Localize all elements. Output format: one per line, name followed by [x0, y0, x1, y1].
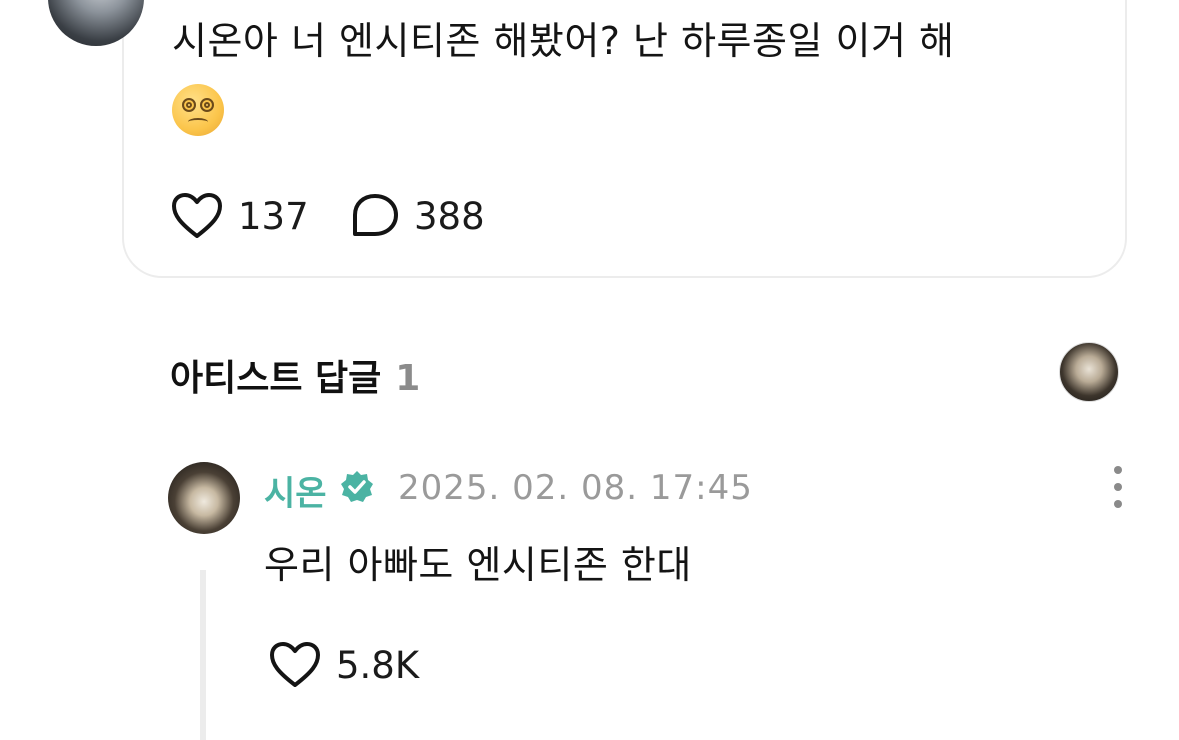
artist-replies-count: 1 [395, 358, 421, 399]
more-dot-icon [1114, 483, 1122, 491]
more-options-button[interactable] [1106, 466, 1130, 508]
more-dot-icon [1114, 466, 1122, 474]
artist-replies-header: 아티스트 답글 1 [170, 349, 420, 401]
reply-like-count: 5.8K [336, 643, 420, 687]
reply-like-button[interactable]: 5.8K [268, 641, 419, 689]
heart-icon [172, 193, 222, 238]
post-comment-button[interactable]: 388 [350, 192, 485, 240]
post-comment-count: 388 [414, 194, 485, 238]
post-like-button[interactable]: 137 [170, 192, 309, 240]
reply-timestamp: 2025. 02. 08. 17:45 [398, 468, 753, 508]
artist-replies-title: 아티스트 답글 [170, 358, 382, 399]
thread-line [200, 570, 206, 740]
artist-avatar[interactable] [1059, 342, 1119, 402]
reply-text: 우리 아빠도 엔시티존 한대 [264, 543, 692, 587]
dizzy-face-emoji-icon [172, 84, 224, 136]
page: 시온아 너 엔시티존 해봤어? 난 하루종일 이거 해 137 388 아티스트… [0, 0, 1179, 740]
comment-icon [353, 194, 398, 236]
heart-icon [270, 642, 320, 687]
post-text: 시온아 너 엔시티존 해봤어? 난 하루종일 이거 해 [172, 19, 955, 63]
verified-badge-icon [341, 471, 373, 502]
reply-author-avatar[interactable] [168, 462, 240, 534]
reply-author-name[interactable]: 시온 [264, 466, 327, 515]
more-dot-icon [1114, 500, 1122, 508]
post-like-count: 137 [238, 194, 309, 238]
